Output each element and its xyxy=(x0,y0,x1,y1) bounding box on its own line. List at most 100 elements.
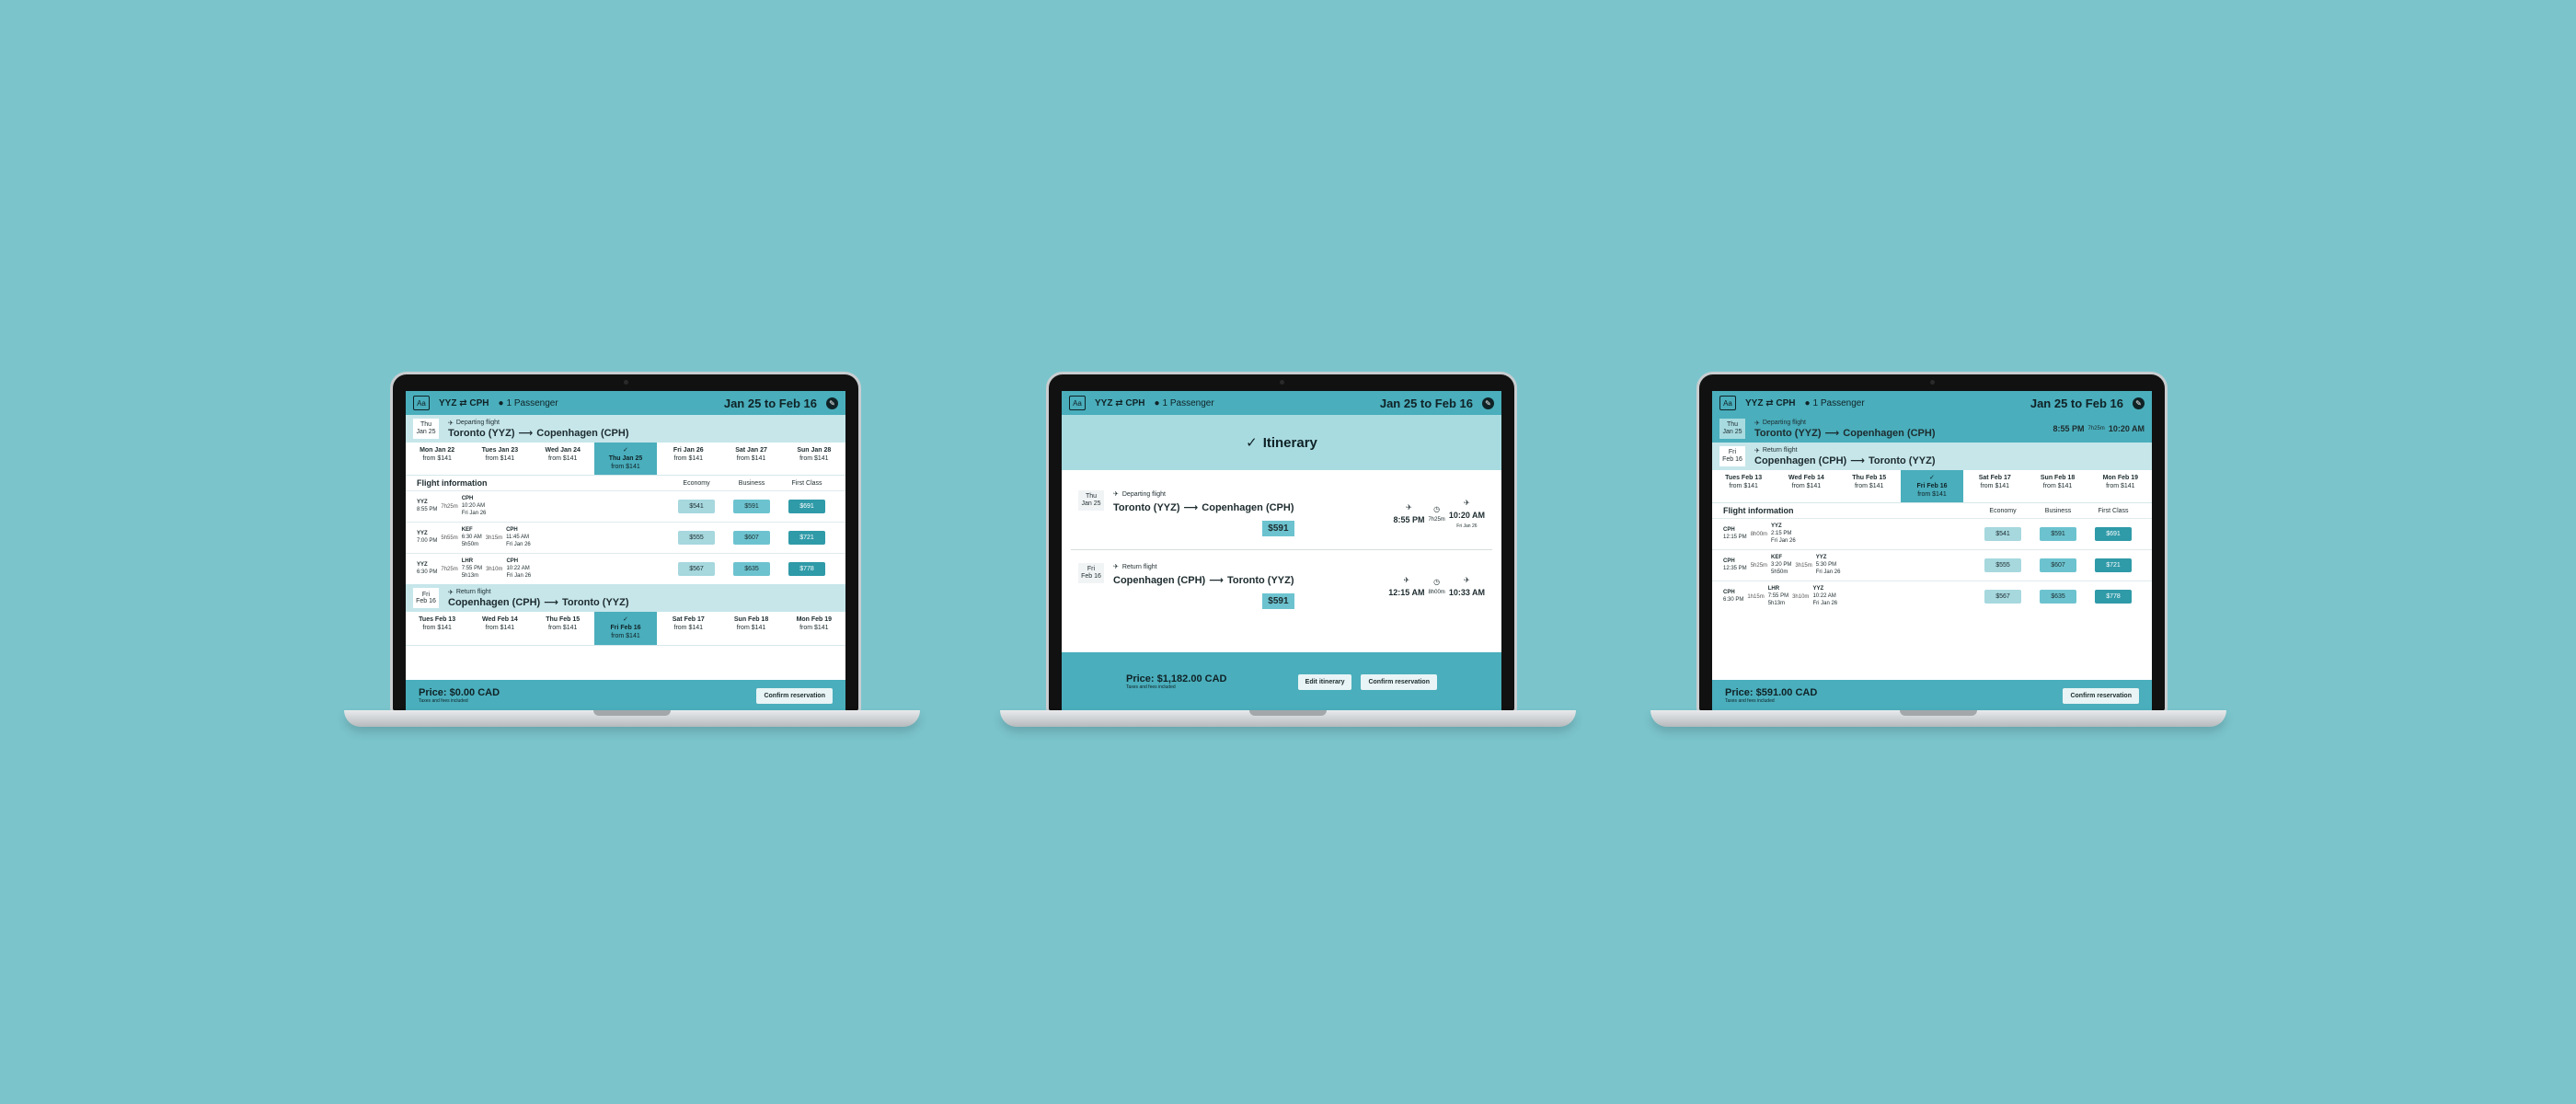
date-option[interactable]: Mon Feb 19 from $141 xyxy=(783,612,845,644)
footer-bar: Price: $1,182.00 CAD Taxes and fees inclu… xyxy=(1062,652,1501,711)
date-option[interactable]: Fri Jan 26 from $141 xyxy=(657,443,719,475)
business-price-button[interactable]: $591 xyxy=(733,500,770,514)
airport-code: LHR xyxy=(461,558,474,565)
clock-icon: ◷ xyxy=(1433,577,1441,586)
segment-duration: 3h10m xyxy=(1792,593,1810,600)
laptop-itinerary: Aa YYZ ⇄ CPH ● 1 Passenger Jan 25 to Feb … xyxy=(1000,372,1576,730)
check-icon: ✓ xyxy=(1929,475,1935,481)
text-size-button[interactable]: Aa xyxy=(413,396,430,410)
date-label: Sun Feb 18 xyxy=(2040,475,2076,481)
airport-code: CPH xyxy=(461,496,474,502)
business-price-button[interactable]: $635 xyxy=(2040,590,2076,604)
economy-price-button[interactable]: $567 xyxy=(1984,590,2021,604)
first-class-price-button[interactable]: $778 xyxy=(2095,590,2132,604)
date-option[interactable]: Mon Feb 19 from $141 xyxy=(2089,470,2152,502)
plane-landing-icon: ✈ xyxy=(1113,564,1119,570)
camera xyxy=(1930,380,1935,385)
leg-origin: Copenhagen (CPH) xyxy=(1113,575,1206,586)
laptop-select-flights: Aa YYZ ⇄ CPH ● 1 Passenger Jan 25 to Feb … xyxy=(344,372,920,730)
date-option[interactable]: Sun Jan 28 from $141 xyxy=(783,443,845,475)
date-label: Sat Feb 17 xyxy=(672,616,705,624)
segment-stop: CPH 10:22 AM Fri Jan 26 xyxy=(506,558,531,580)
edit-itinerary-button[interactable]: Edit itinerary xyxy=(1297,673,1352,690)
economy-price-button[interactable]: $555 xyxy=(678,531,715,546)
departure-time: 12:15 AM xyxy=(1388,587,1425,597)
date-option[interactable]: Sat Jan 27 from $141 xyxy=(719,443,782,475)
economy-price-button[interactable]: $541 xyxy=(1984,527,2021,542)
price-cell: $541 xyxy=(1975,527,2030,542)
segment-stop: YYZ 5:30 PM Fri Jan 26 xyxy=(1816,555,1841,576)
date-option[interactable]: ✓ Fri Feb 16 from $141 xyxy=(1900,470,1964,503)
date-option[interactable]: Mon Jan 22 from $141 xyxy=(406,443,468,475)
date-option[interactable]: Wed Feb 14 from $141 xyxy=(1775,470,1837,502)
date-option[interactable]: Thu Feb 15 from $141 xyxy=(532,612,594,644)
clock-icon: ◷ xyxy=(1433,504,1441,513)
segment-detail: 12:15 PM xyxy=(1723,534,1747,540)
business-price-button[interactable]: $635 xyxy=(733,562,770,577)
arrow-right-icon: ⟶ xyxy=(1850,454,1866,466)
leg-label: Return flight xyxy=(1121,563,1157,570)
first-class-price-button[interactable]: $691 xyxy=(2095,527,2132,542)
route-label: YYZ ⇄ CPH xyxy=(1095,397,1145,408)
date-option[interactable]: Sun Feb 18 from $141 xyxy=(719,612,782,644)
first-class-price-button[interactable]: $721 xyxy=(788,531,825,546)
screen: Aa YYZ ⇄ CPH ● 1 Passenger Jan 25 to Feb … xyxy=(1712,391,2152,711)
economy-price-button[interactable]: $555 xyxy=(1984,558,2021,573)
business-price-button[interactable]: $591 xyxy=(2040,527,2076,542)
leg-origin: Toronto (YYZ) xyxy=(448,427,515,439)
confirm-reservation-button[interactable]: Confirm reservation xyxy=(1361,673,1437,690)
segment-detail: 7:00 PM xyxy=(417,537,438,544)
date-option[interactable]: Thu Feb 15 from $141 xyxy=(1838,470,1901,502)
passenger-count: ● 1 Passenger xyxy=(498,397,558,408)
first-class-price-button[interactable]: $691 xyxy=(788,500,825,514)
date-option[interactable]: Tues Feb 13 from $141 xyxy=(1712,470,1775,502)
date-option[interactable]: Tues Jan 23 from $141 xyxy=(468,443,531,475)
confirm-reservation-button[interactable]: Confirm reservation xyxy=(756,687,833,704)
confirm-reservation-button[interactable]: Confirm reservation xyxy=(2063,687,2139,704)
date-option[interactable]: Sat Feb 17 from $141 xyxy=(1963,470,2026,502)
text-size-button[interactable]: Aa xyxy=(1719,396,1736,410)
date-range: Jan 25 to Feb 16 xyxy=(1379,396,1473,410)
leg-price: $591 xyxy=(1262,593,1294,609)
airport-code: CPH xyxy=(506,558,519,565)
screen: Aa YYZ ⇄ CPH ● 1 Passenger Jan 25 to Feb … xyxy=(406,391,845,711)
first-class-price-button[interactable]: $778 xyxy=(788,562,825,577)
plane-takeoff-icon: ✈ xyxy=(1754,420,1760,427)
price-note: Taxes and fees included xyxy=(1725,698,1775,704)
segment-stop: KEF 3:20 PM 5h50m xyxy=(1771,555,1791,576)
first-class-price-button[interactable]: $721 xyxy=(2095,558,2132,573)
flight-segments: CPH 6:30 PM 1h15m LHR 7:55 PM 5h13m 3h10m YYZ 10… xyxy=(1723,586,1975,607)
leg-date: Fri Feb 16 xyxy=(1078,563,1104,583)
itinerary-return: Fri Feb 16 ✈ Return flight Copenhagen (CP… xyxy=(1071,550,1492,622)
leg-label: Return flight xyxy=(1762,447,1798,454)
date-option[interactable]: Sun Feb 18 from $141 xyxy=(2026,470,2088,502)
arrival-time: 10:20 AM xyxy=(2108,424,2145,433)
business-price-button[interactable]: $607 xyxy=(733,531,770,546)
text-size-button[interactable]: Aa xyxy=(1069,396,1086,410)
price-cell: $691 xyxy=(2086,527,2141,542)
segment-duration: 3h15m xyxy=(1795,562,1812,569)
laptop-base xyxy=(1650,710,2226,727)
segment-duration: 3h10m xyxy=(486,566,503,572)
date-option[interactable]: Tues Feb 13 from $141 xyxy=(406,612,468,644)
edit-pencil-icon[interactable]: ✎ xyxy=(826,397,838,409)
economy-price-button[interactable]: $567 xyxy=(678,562,715,577)
date-option[interactable]: ✓ Fri Feb 16 from $141 xyxy=(593,612,658,645)
date-option[interactable]: Wed Feb 14 from $141 xyxy=(468,612,531,644)
edit-pencil-icon[interactable]: ✎ xyxy=(1482,397,1494,409)
price-note: Taxes and fees included xyxy=(1126,684,1176,690)
date-label: Wed Jan 24 xyxy=(545,447,581,454)
total-price: Price: $591.00 CAD xyxy=(1725,687,1818,698)
leg-destination: Copenhagen (CPH) xyxy=(536,427,629,439)
date-price: from $141 xyxy=(799,625,829,632)
business-price-button[interactable]: $607 xyxy=(2040,558,2076,573)
date-option[interactable]: Sat Feb 17 from $141 xyxy=(657,612,719,644)
economy-price-button[interactable]: $541 xyxy=(678,500,715,514)
segment-duration: 3h15m xyxy=(485,535,503,541)
date-option[interactable]: Wed Jan 24 from $141 xyxy=(532,443,594,475)
segment-detail: 5h50m xyxy=(461,541,479,547)
edit-pencil-icon[interactable]: ✎ xyxy=(2133,397,2145,409)
date-label: Sat Feb 17 xyxy=(1978,475,2011,481)
date-option[interactable]: ✓ Thu Jan 25 from $141 xyxy=(593,443,658,476)
departing-leg-bar: Thu Jan 25 ✈ Departing flight Toronto (YY… xyxy=(1712,415,2152,443)
